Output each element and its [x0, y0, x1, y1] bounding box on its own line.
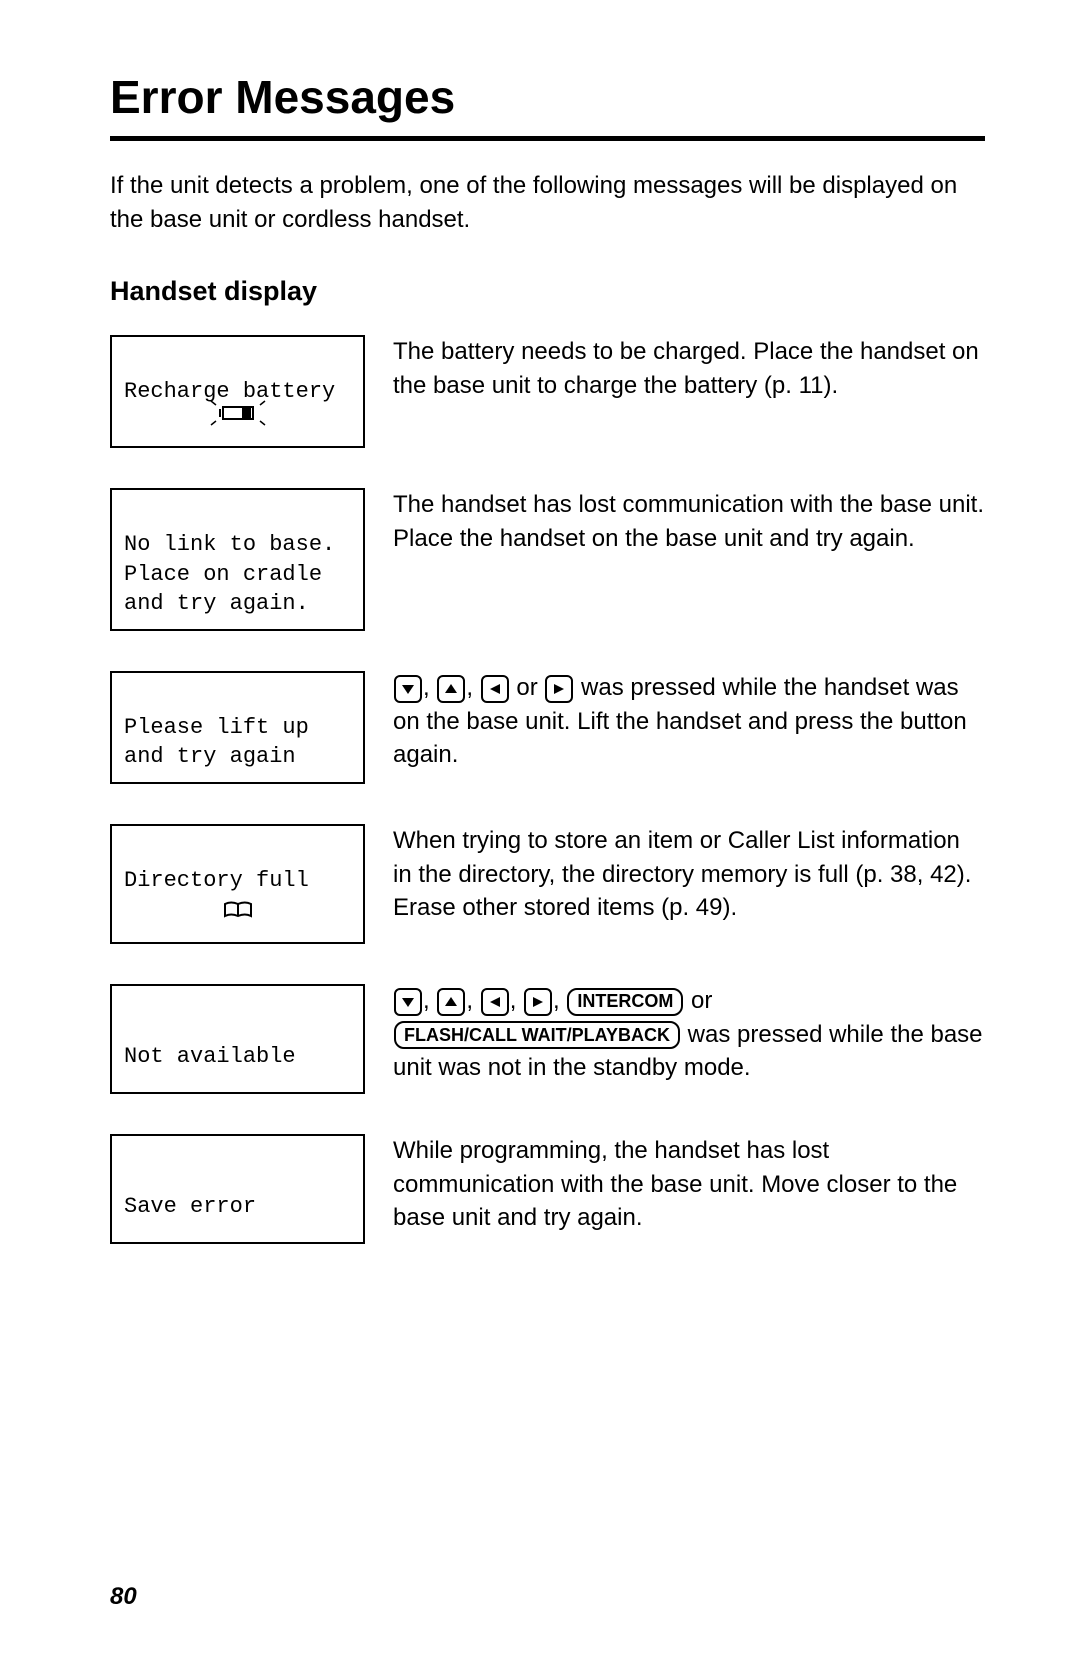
down-key-icon — [394, 675, 422, 703]
error-explanation: , , , , INTERCOM or FLASH/CALL WAIT/PLAY… — [393, 984, 985, 1085]
up-key-icon — [437, 675, 465, 703]
error-row: No link to base. Place on cradle and try… — [110, 488, 985, 631]
battery-charging-icon — [203, 369, 273, 436]
left-key-icon — [481, 675, 509, 703]
page-title: Error Messages — [110, 70, 985, 124]
handset-display-box: No link to base. Place on cradle and try… — [110, 488, 365, 631]
right-key-icon — [524, 988, 552, 1016]
error-row: Recharge battery The battery needs to be… — [110, 335, 985, 448]
intro-text: If the unit detects a problem, one of th… — [110, 169, 985, 236]
error-explanation: The battery needs to be charged. Place t… — [393, 335, 985, 402]
intercom-key: INTERCOM — [567, 988, 683, 1016]
page-number: 80 — [110, 1583, 137, 1611]
handset-display-box: Recharge battery — [110, 335, 365, 448]
display-message: Please lift up and try again — [124, 715, 309, 770]
handset-display-box: Not available — [110, 984, 365, 1094]
display-message: Save error — [124, 1194, 256, 1219]
error-explanation: , , or was pressed while the handset was… — [393, 671, 985, 772]
subheading: Handset display — [110, 276, 985, 307]
flash-call-wait-playback-key: FLASH/CALL WAIT/PLAYBACK — [394, 1021, 680, 1049]
separator-or: or — [510, 674, 545, 701]
display-message: Not available — [124, 1044, 296, 1069]
error-explanation: The handset has lost communication with … — [393, 488, 985, 555]
error-explanation: While programming, the handset has lost … — [393, 1134, 985, 1235]
separator-or: or — [684, 987, 712, 1014]
error-row: Directory full When trying to store an i… — [110, 824, 985, 944]
display-message: Directory full — [124, 868, 309, 893]
left-key-icon — [481, 988, 509, 1016]
error-row: Please lift up and try again , , or was … — [110, 671, 985, 784]
error-row: Save error While programming, the handse… — [110, 1134, 985, 1244]
open-book-icon — [221, 871, 255, 932]
right-key-icon — [545, 675, 573, 703]
title-divider — [110, 136, 985, 141]
error-explanation: When trying to store an item or Caller L… — [393, 824, 985, 925]
error-row: Not available , , , , INTERCOM or FLASH/… — [110, 984, 985, 1094]
handset-display-box: Directory full — [110, 824, 365, 944]
up-key-icon — [437, 988, 465, 1016]
explanation-tail: was pressed while the handset was on the… — [393, 674, 967, 768]
handset-display-box: Please lift up and try again — [110, 671, 365, 784]
down-key-icon — [394, 988, 422, 1016]
handset-display-box: Save error — [110, 1134, 365, 1244]
display-message: No link to base. Place on cradle and try… — [124, 532, 335, 616]
